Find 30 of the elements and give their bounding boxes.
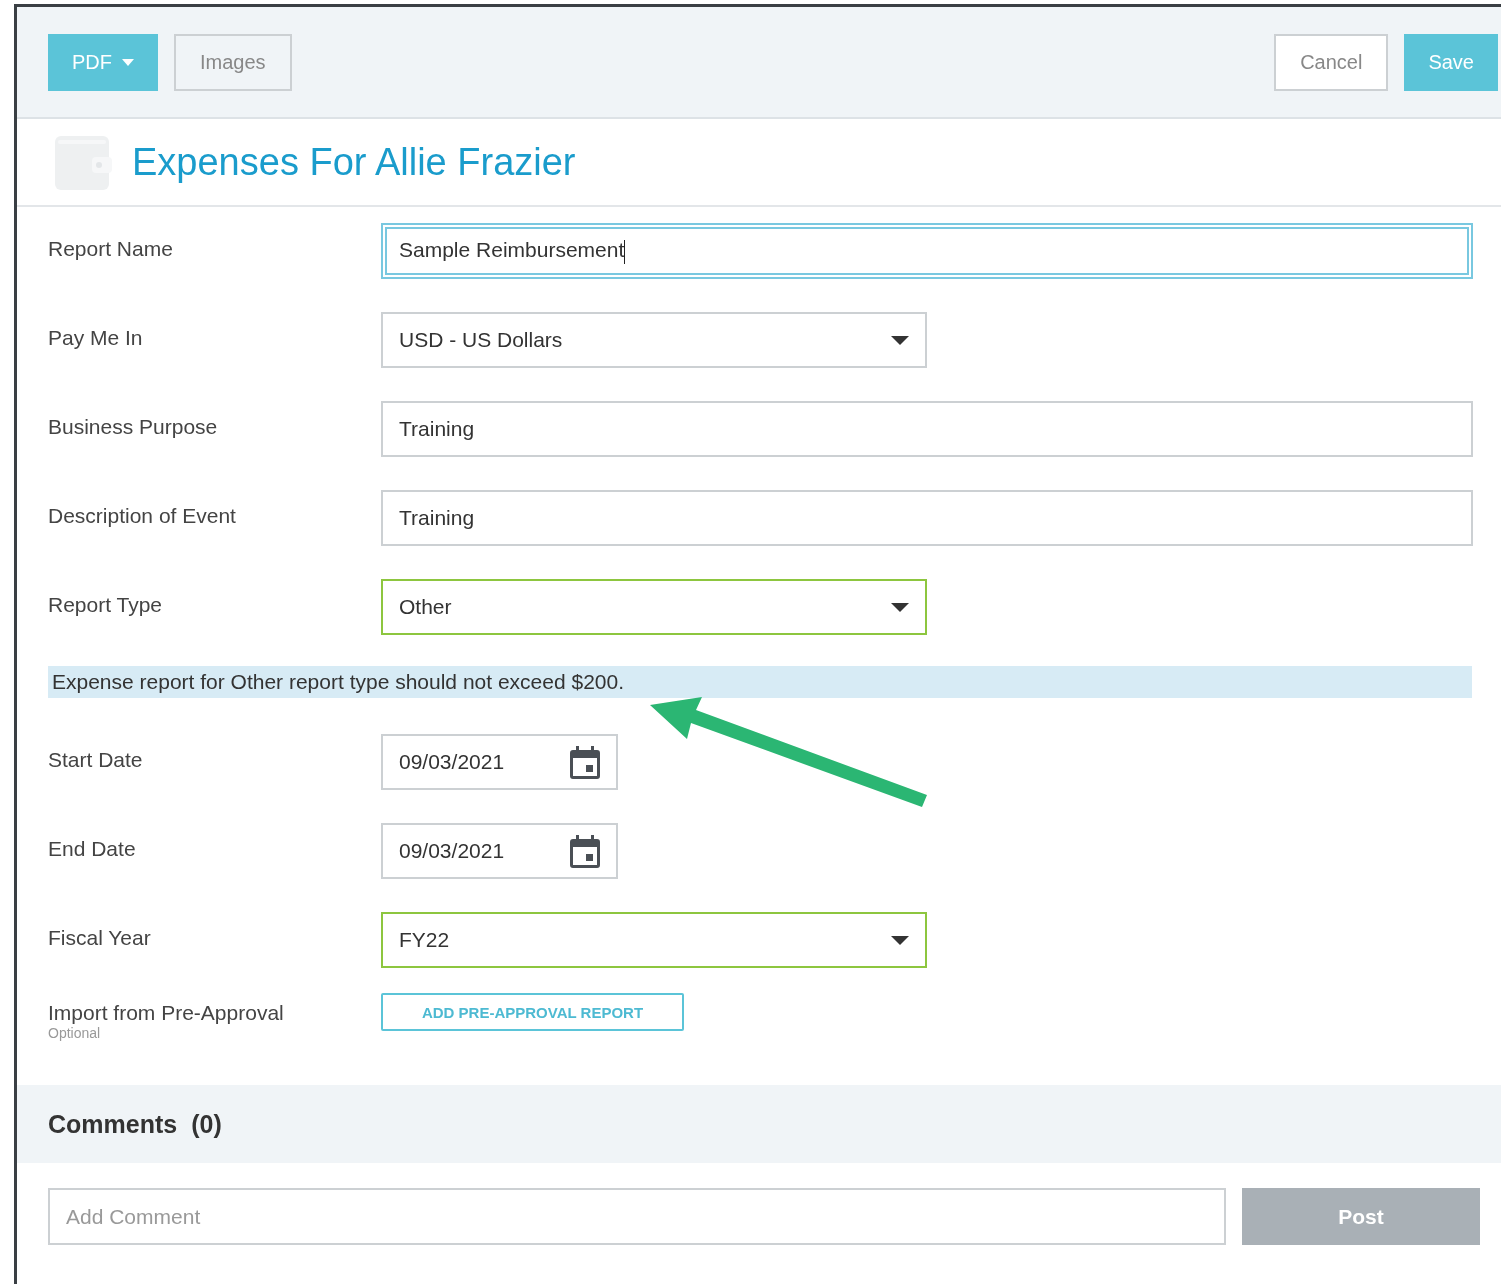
field-label: Pay Me In (48, 326, 144, 350)
field-label: Import from Pre-Approval (48, 1001, 285, 1025)
comment-field[interactable]: Add Comment (48, 1188, 1226, 1245)
caret-icon (891, 335, 909, 345)
comments-count: (0) (191, 1109, 222, 1139)
comments-title: Comments (48, 1109, 178, 1139)
input-field[interactable]: Sample Reimbursement (381, 223, 1473, 279)
field-label: Fiscal Year (48, 926, 152, 950)
select-field[interactable]: USD - US Dollars (381, 312, 927, 368)
wallet-icon (54, 133, 112, 191)
caret-icon (891, 935, 909, 945)
select-field[interactable]: Other (381, 579, 927, 635)
page-title: Expenses For Allie Frazier (132, 140, 576, 184)
date-field[interactable]: 09/03/2021 (381, 823, 618, 879)
toolbar-button[interactable]: Cancel (1274, 33, 1389, 91)
field-label: Report Type (48, 593, 163, 617)
field-label: Report Name (48, 237, 174, 261)
calendar-icon (570, 834, 600, 868)
field-label: Description of Event (48, 504, 237, 528)
optional-hint: Optional (48, 1025, 102, 1041)
input-field[interactable]: Training (381, 490, 1473, 546)
field-label: Start Date (48, 748, 144, 772)
field-label: End Date (48, 837, 137, 861)
info-notice: Expense report for Other report type should not exceed $200. (48, 666, 1472, 698)
field-label: Business Purpose (48, 415, 219, 439)
input-field[interactable]: Training (381, 401, 1473, 457)
caret-icon (891, 602, 909, 612)
select-field[interactable]: FY22 (381, 912, 927, 968)
calendar-icon (570, 745, 600, 779)
date-field[interactable]: 09/03/2021 (381, 734, 618, 790)
